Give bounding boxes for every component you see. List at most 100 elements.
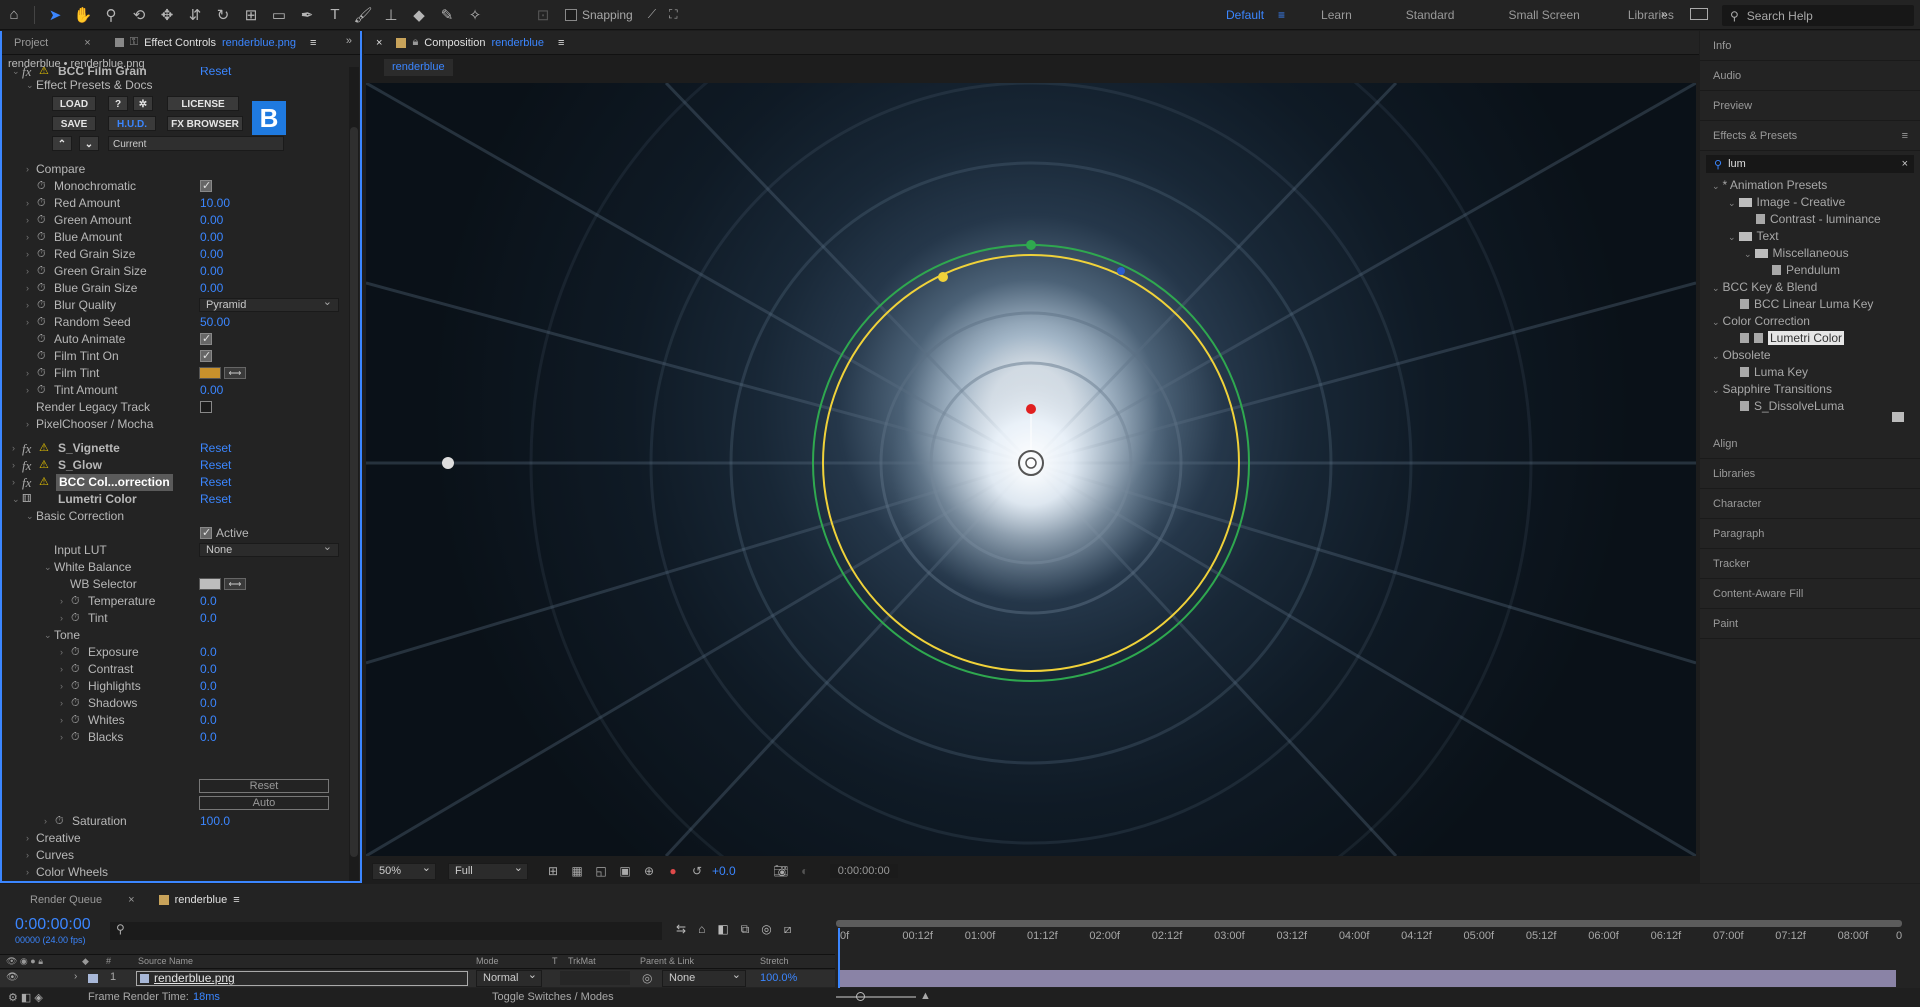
panel-menu-icon[interactable]: ≡ — [310, 37, 316, 49]
lumetri-section[interactable]: › Creative — [2, 830, 346, 847]
twirl-icon[interactable]: ⌄ — [44, 559, 52, 576]
tree-item[interactable]: Lumetri Color — [1700, 330, 1920, 347]
panel-tracker[interactable]: Tracker — [1700, 549, 1920, 579]
channel-icon[interactable]: ● — [664, 864, 682, 878]
zoom-slider[interactable] — [836, 996, 916, 998]
shy-layers-icon[interactable]: ◧ — [717, 922, 728, 937]
twirl-icon[interactable]: › — [26, 847, 29, 864]
twirl-icon[interactable]: › — [60, 661, 63, 678]
chevron-down-icon[interactable]: ⌄ — [1712, 181, 1720, 191]
region-of-interest-icon[interactable]: ▣ — [616, 864, 634, 878]
reset-link[interactable]: Reset — [200, 491, 231, 508]
effect-presets-group[interactable]: ⌄ Effect Presets & Docs — [2, 77, 346, 94]
chevron-down-icon[interactable]: ⌄ — [1728, 232, 1736, 242]
lumetri-section[interactable]: › Curves — [2, 847, 346, 864]
fx-icon[interactable]: fx — [22, 440, 31, 457]
chevron-down-icon[interactable]: ⌄ — [1712, 317, 1720, 327]
snapping-toggle[interactable]: Snapping ⟋ ⛶ — [565, 7, 678, 22]
trkmat-field[interactable] — [560, 971, 630, 985]
pick-whip-icon[interactable]: ◎ — [642, 971, 652, 985]
tree-item[interactable]: Luma Key — [1700, 364, 1920, 381]
search-help-field[interactable]: ⚲ Search Help — [1722, 5, 1914, 26]
align-axis-icon[interactable]: ⊡ — [529, 0, 557, 30]
zoom-in-icon[interactable]: ▲ — [920, 990, 931, 1002]
zoom-slider-thumb[interactable] — [856, 992, 865, 1001]
twirl-icon[interactable]: › — [60, 610, 63, 627]
twirl-icon[interactable]: › — [26, 263, 29, 280]
param-value[interactable]: 0.0 — [200, 661, 217, 678]
white-balance-group[interactable]: ⌄ White Balance — [2, 559, 346, 576]
reset-link[interactable]: Reset — [200, 457, 231, 474]
stopwatch-icon[interactable]: ⏱ — [37, 297, 46, 314]
param-value[interactable]: 0.0 — [200, 678, 217, 695]
orbit-camera-icon[interactable]: ⟲ — [125, 0, 153, 30]
resolution-dropdown[interactable]: Full — [448, 861, 528, 880]
timeline-search-field[interactable]: ⚲ — [110, 922, 662, 940]
clone-stamp-icon[interactable]: ⊥ — [377, 0, 405, 30]
lumetri-section[interactable]: › Color Wheels — [2, 864, 346, 881]
effect-header-lumetri[interactable]: ⌄ ⚅ Lumetri Color Reset — [2, 491, 346, 508]
param-checkbox[interactable] — [200, 178, 212, 195]
panel-menu-icon[interactable]: ≡ — [1902, 121, 1908, 151]
twirl-icon[interactable]: › — [26, 365, 29, 382]
param-value[interactable]: 0.00 — [200, 212, 223, 229]
current-time[interactable]: 0:00:00:00 — [15, 916, 91, 934]
workspace-menu-icon[interactable]: ≡ — [1278, 8, 1285, 22]
exposure-reset-icon[interactable]: ↺ — [688, 864, 706, 878]
pen-tool-icon[interactable]: ✒ — [293, 0, 321, 30]
param-value[interactable]: 0.00 — [200, 246, 223, 263]
tab-render-queue[interactable]: Render Queue × — [18, 888, 147, 912]
panel-layout-icon[interactable] — [1690, 8, 1708, 20]
workspace-default[interactable]: Default — [1226, 8, 1264, 22]
twirl-icon[interactable]: › — [26, 229, 29, 246]
composition-viewer[interactable] — [366, 83, 1696, 856]
stopwatch-icon[interactable]: ⏱ — [37, 365, 46, 382]
close-icon[interactable]: × — [128, 894, 134, 906]
snap-edge-icon[interactable]: ⟋ — [648, 7, 656, 22]
workspace-small-screen[interactable]: Small Screen — [1508, 8, 1579, 22]
twirl-icon[interactable]: › — [26, 297, 29, 314]
roto-brush-icon[interactable]: ✎ — [433, 0, 461, 30]
stopwatch-icon[interactable]: ⏱ — [71, 610, 80, 627]
twirl-icon[interactable]: › — [26, 382, 29, 399]
tree-item[interactable]: ⌄ Text — [1700, 228, 1920, 245]
panel-paragraph[interactable]: Paragraph — [1700, 519, 1920, 549]
graph-editor-icon[interactable]: ⧄ — [784, 922, 792, 937]
type-tool-icon[interactable]: T — [321, 0, 349, 30]
load-button[interactable]: LOAD — [52, 96, 96, 111]
twirl-icon[interactable]: › — [12, 457, 15, 474]
param-checkbox[interactable] — [200, 348, 212, 365]
tree-item[interactable]: ⌄ Obsolete — [1700, 347, 1920, 364]
rectangle-tool-icon[interactable]: ▭ — [265, 0, 293, 30]
stopwatch-icon[interactable]: ⏱ — [37, 314, 46, 331]
angle-handle[interactable] — [1026, 404, 1036, 414]
panel-menu-icon[interactable]: ≡ — [233, 894, 239, 906]
selection-tool-icon[interactable]: ➤ — [41, 0, 69, 30]
param-dropdown[interactable]: Pyramid — [199, 296, 339, 312]
puppet-pin-icon[interactable]: ✧ — [461, 0, 489, 30]
parent-dropdown[interactable]: None — [662, 968, 746, 987]
label-color[interactable] — [88, 974, 98, 983]
stopwatch-icon[interactable]: ⏱ — [37, 280, 46, 297]
tone-auto-button[interactable]: Auto — [199, 796, 329, 810]
panel-audio[interactable]: Audio — [1700, 61, 1920, 91]
chevron-down-icon[interactable]: ⌄ — [1712, 351, 1720, 361]
param-value[interactable]: 0.0 — [200, 644, 217, 661]
chevron-down-icon[interactable]: ⌄ — [1744, 249, 1752, 259]
stretch-value[interactable]: 100.0% — [760, 972, 797, 984]
dolly-camera-icon[interactable]: ⇵ — [181, 0, 209, 30]
chevron-down-icon[interactable]: ⌄ — [79, 136, 99, 151]
tree-item[interactable]: Contrast - luminance — [1700, 211, 1920, 228]
fx-icon[interactable]: fx — [22, 457, 31, 474]
effects-search-field[interactable]: ⚲ lum × — [1706, 155, 1914, 173]
effect-header[interactable]: › fx ⚠ BCC Col...orrection Reset — [2, 474, 346, 491]
fx-browser-button[interactable]: FX BROWSER — [167, 116, 243, 131]
panel-menu-icon[interactable]: ≡ — [558, 37, 564, 49]
twirl-icon[interactable]: ⌄ — [26, 77, 34, 94]
param-value[interactable]: 0.0 — [200, 729, 217, 746]
green-handle[interactable] — [1026, 240, 1036, 250]
preset-current-field[interactable]: Current — [108, 136, 284, 151]
eyedropper-icon[interactable]: ⟷ — [224, 367, 246, 379]
guides-icon[interactable]: ⊕ — [640, 864, 658, 878]
stopwatch-icon[interactable]: ⏱ — [71, 593, 80, 610]
